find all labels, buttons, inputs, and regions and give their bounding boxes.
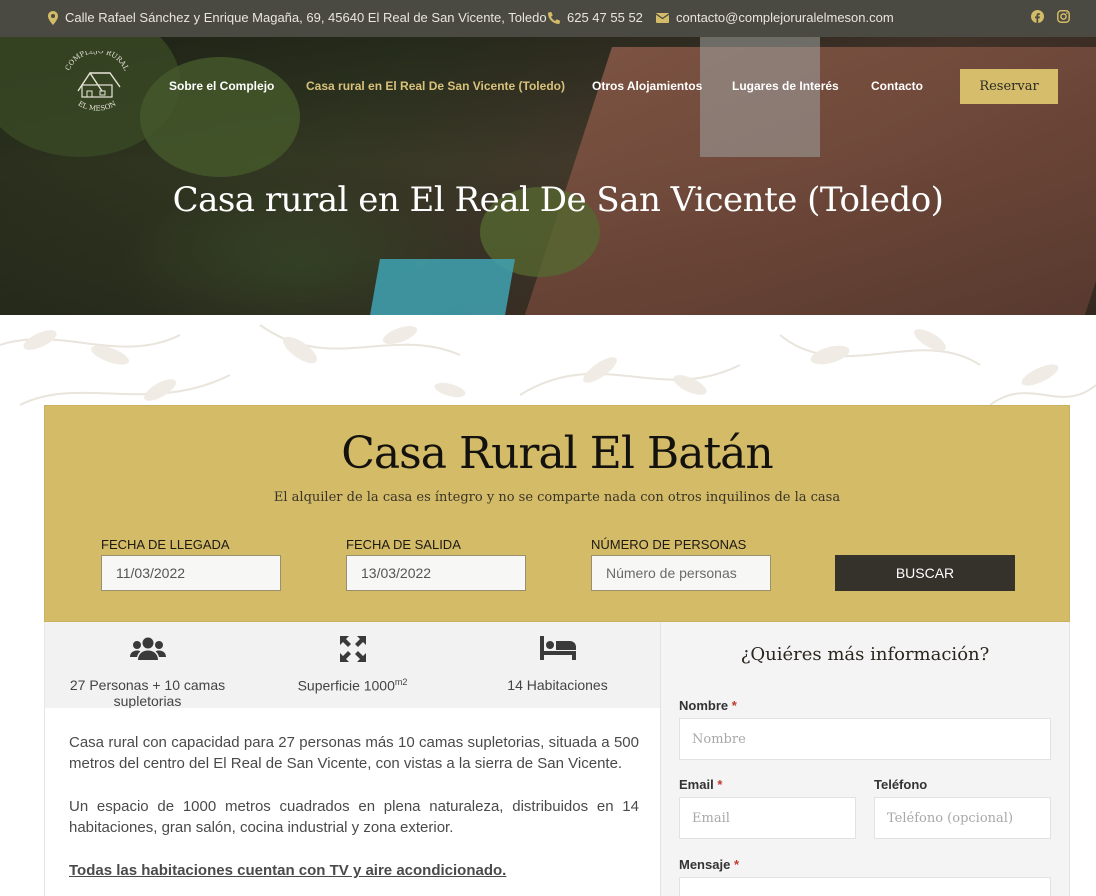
expand-arrows-icon [250,636,455,662]
top-info-bar: Calle Rafael Sánchez y Enrique Magaña, 6… [0,0,1096,37]
feature-surface-text: Superficie 1000m2 [250,677,455,694]
booking-panel: Casa Rural El Batán El alquiler de la ca… [44,405,1070,622]
feature-surface-value: Superficie 1000 [297,677,395,694]
phone-label: Teléfono [874,777,928,792]
required-mark: * [717,777,723,792]
form-title: ¿Quiéres más información? [740,644,990,665]
hero-photo-wall [700,37,820,157]
departure-date-input[interactable]: 13/03/2022 [346,555,526,591]
message-label-text: Mensaje [679,857,731,872]
email-label-text: Email [679,777,714,792]
phone-input[interactable]: Teléfono (opcional) [874,797,1051,839]
search-button[interactable]: BUSCAR [835,555,1015,591]
description-highlight: Todas las habitaciones cuentan con TV y … [69,862,507,879]
map-pin-icon [48,10,58,25]
message-label: Mensaje * [679,857,739,872]
people-input[interactable]: Número de personas [591,555,771,591]
facebook-icon[interactable] [1031,10,1044,23]
nav-item-otros-alojamientos[interactable]: Otros Alojamientos [592,79,702,93]
instagram-icon[interactable] [1057,10,1070,23]
feature-rooms: 14 Habitaciones [455,622,660,708]
features-row: 27 Personas + 10 camas supletorias Super… [44,622,660,709]
feature-capacity: 27 Personas + 10 camas supletorias [45,622,250,709]
nav-item-sobre-complejo[interactable]: Sobre el Complejo [169,79,274,93]
people-label: NÚMERO DE PERSONAS [591,537,747,552]
feature-surface-unit: m2 [394,677,408,687]
logo-text-top: COMPLEJO RURAL [64,47,130,72]
message-textarea[interactable] [679,877,1051,896]
name-label: Nombre * [679,698,737,713]
feature-surface: Superficie 1000m2 [250,622,455,708]
svg-text:COMPLEJO RURAL: COMPLEJO RURAL [64,51,130,72]
description-paragraph: Casa rural con capacidad para 27 persona… [69,734,639,772]
address-text: Calle Rafael Sánchez y Enrique Magaña, 6… [65,10,547,25]
page-title: Casa rural en El Real De San Vicente (To… [172,180,944,220]
site-logo[interactable]: COMPLEJO RURAL EL MESON [60,47,134,117]
nav-item-casa-rural[interactable]: Casa rural en El Real De San Vicente (To… [306,79,565,93]
phone-item[interactable]: 625 47 55 52 [548,10,643,25]
house-subtitle: El alquiler de la casa es íntegro y no s… [273,490,841,505]
hero-photo-tree [140,57,300,177]
logo-text-bottom: EL MESON [77,100,118,113]
phone-text[interactable]: 625 47 55 52 [567,10,643,25]
contact-form: ¿Quiéres más información? Nombre * Nombr… [660,622,1070,896]
svg-text:EL MESON: EL MESON [77,100,118,113]
arrival-date-input[interactable]: 11/03/2022 [101,555,281,591]
arrival-label: FECHA DE LLEGADA [101,537,230,552]
users-icon [45,636,250,660]
envelope-icon [656,12,669,23]
email-input[interactable]: Email [679,797,856,839]
phone-icon [548,11,560,24]
reserve-button[interactable]: Reservar [960,69,1058,104]
name-input[interactable]: Nombre [679,718,1051,760]
description-section: Casa rural con capacidad para 27 persona… [44,708,660,896]
feature-rooms-text: 14 Habitaciones [507,677,608,693]
address-item: Calle Rafael Sánchez y Enrique Magaña, 6… [48,10,547,25]
feature-capacity-text: 27 Personas + 10 camas supletorias [69,677,226,709]
hero-banner: COMPLEJO RURAL EL MESON Sobre el Complej… [0,37,1096,315]
description-paragraph: Un espacio de 1000 metros cuadrados en p… [69,798,639,836]
nav-item-contacto[interactable]: Contacto [871,79,923,93]
required-mark: * [733,857,739,872]
hero-photo-pool [370,259,515,315]
nav-item-lugares-interes[interactable]: Lugares de Interés [732,79,839,93]
bed-icon [455,636,660,660]
house-title: Casa Rural El Batán [341,428,773,479]
email-text[interactable]: contacto@complejoruralelmeson.com [676,10,894,25]
departure-label: FECHA DE SALIDA [346,537,461,552]
required-mark: * [731,698,737,713]
name-label-text: Nombre [679,698,729,713]
email-label: Email * [679,777,722,792]
email-item[interactable]: contacto@complejoruralelmeson.com [656,10,894,25]
